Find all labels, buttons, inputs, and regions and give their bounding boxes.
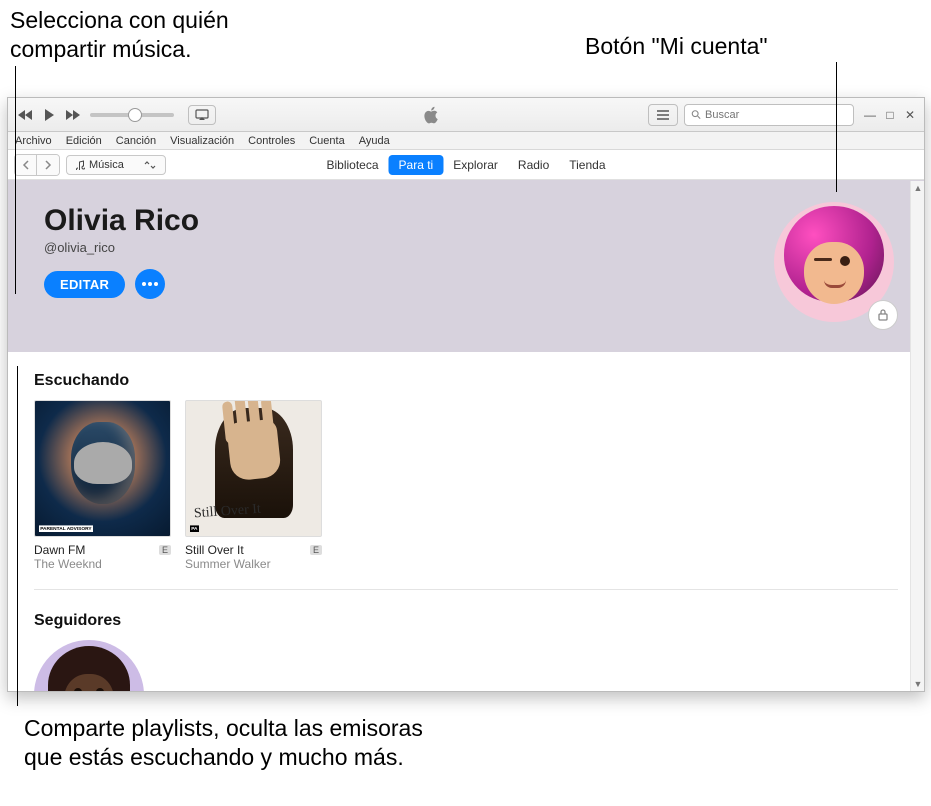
menu-controles[interactable]: Controles	[241, 135, 302, 147]
nav-back-button[interactable]	[15, 155, 37, 175]
volume-thumb[interactable]	[128, 108, 142, 122]
itunes-window: — □ ✕ Archivo Edición Canción Visualizac…	[7, 97, 925, 692]
album-artist: Summer Walker	[185, 557, 322, 571]
maximize-button[interactable]: □	[882, 107, 898, 123]
annotation-share-playlists: Comparte playlists, oculta las emisoras …	[24, 714, 423, 772]
nav-arrows	[14, 154, 60, 176]
tab-radio[interactable]: Radio	[508, 155, 559, 175]
menu-cancion[interactable]: Canción	[109, 135, 163, 147]
privacy-lock-badge	[868, 300, 898, 330]
album-title: Dawn FM	[34, 543, 85, 557]
parental-advisory-badge: PARENTAL ADVISORY	[39, 525, 93, 532]
menu-ayuda[interactable]: Ayuda	[352, 135, 397, 147]
search-box[interactable]	[684, 104, 854, 126]
annotation-share-with: Selecciona con quién compartir música.	[10, 6, 229, 64]
previous-button[interactable]	[14, 104, 36, 126]
tab-explorar[interactable]: Explorar	[443, 155, 508, 175]
scroll-down-arrow[interactable]: ▼	[911, 677, 925, 691]
album-art[interactable]: PARENTAL ADVISORY	[34, 400, 171, 537]
more-options-button[interactable]	[135, 269, 165, 299]
listening-albums-row: PARENTAL ADVISORY Dawn FM E The Weeknd S…	[34, 400, 898, 571]
album-art-signature: Still Over It	[194, 502, 262, 523]
minimize-button[interactable]: —	[862, 107, 878, 123]
album-card[interactable]: Still Over It PA Still Over It E Summer …	[185, 400, 322, 571]
chevron-updown-icon	[143, 161, 157, 169]
edit-profile-button[interactable]: EDITAR	[44, 271, 125, 298]
center-tabs: Biblioteca Para ti Explorar Radio Tienda	[316, 155, 615, 175]
album-art[interactable]: Still Over It PA	[185, 400, 322, 537]
airplay-button[interactable]	[188, 105, 216, 125]
explicit-badge: E	[159, 545, 171, 555]
profile-handle: @olivia_rico	[44, 240, 888, 255]
tab-tienda[interactable]: Tienda	[559, 155, 615, 175]
menu-visualizacion[interactable]: Visualización	[163, 135, 241, 147]
follower-avatar[interactable]	[34, 640, 144, 691]
section-followers-title: Seguidores	[34, 612, 898, 630]
followers-section: Seguidores	[34, 612, 898, 691]
tab-biblioteca[interactable]: Biblioteca	[316, 155, 388, 175]
playback-controls	[14, 104, 84, 126]
profile-content: Escuchando PARENTAL ADVISORY Dawn FM E T…	[8, 352, 924, 691]
window-controls: — □ ✕	[862, 107, 918, 123]
media-select-label: Música	[89, 159, 124, 171]
album-title: Still Over It	[185, 543, 244, 557]
apple-logo-icon	[422, 105, 442, 125]
scroll-up-arrow[interactable]: ▲	[911, 181, 925, 195]
annotation-my-account: Botón "Mi cuenta"	[585, 32, 768, 61]
menu-edicion[interactable]: Edición	[59, 135, 109, 147]
section-divider	[34, 589, 898, 590]
queue-button[interactable]	[648, 104, 678, 126]
tab-para-ti[interactable]: Para ti	[389, 155, 444, 175]
music-note-icon	[75, 160, 85, 170]
vertical-scrollbar[interactable]: ▲ ▼	[910, 181, 924, 691]
section-listening-title: Escuchando	[34, 372, 898, 390]
search-input[interactable]	[705, 109, 847, 121]
close-button[interactable]: ✕	[902, 107, 918, 123]
explicit-badge: E	[310, 545, 322, 555]
nav-forward-button[interactable]	[37, 155, 59, 175]
volume-slider[interactable]	[90, 113, 174, 117]
album-card[interactable]: PARENTAL ADVISORY Dawn FM E The Weeknd	[34, 400, 171, 571]
search-icon	[691, 109, 701, 120]
media-type-select[interactable]: Música	[66, 155, 166, 175]
album-artist: The Weeknd	[34, 557, 171, 571]
ellipsis-icon	[142, 282, 158, 286]
player-bar: — □ ✕	[8, 98, 924, 132]
menu-cuenta[interactable]: Cuenta	[302, 135, 351, 147]
profile-name: Olivia Rico	[44, 204, 888, 238]
nav-row: Música Biblioteca Para ti Explorar Radio…	[8, 150, 924, 180]
menu-bar: Archivo Edición Canción Visualización Co…	[8, 132, 924, 150]
lock-icon	[876, 308, 890, 322]
parental-advisory-badge: PA	[190, 525, 199, 532]
play-button[interactable]	[38, 104, 60, 126]
profile-header: Olivia Rico @olivia_rico EDITAR	[8, 180, 924, 352]
now-playing-lcd	[216, 105, 648, 125]
next-button[interactable]	[62, 104, 84, 126]
